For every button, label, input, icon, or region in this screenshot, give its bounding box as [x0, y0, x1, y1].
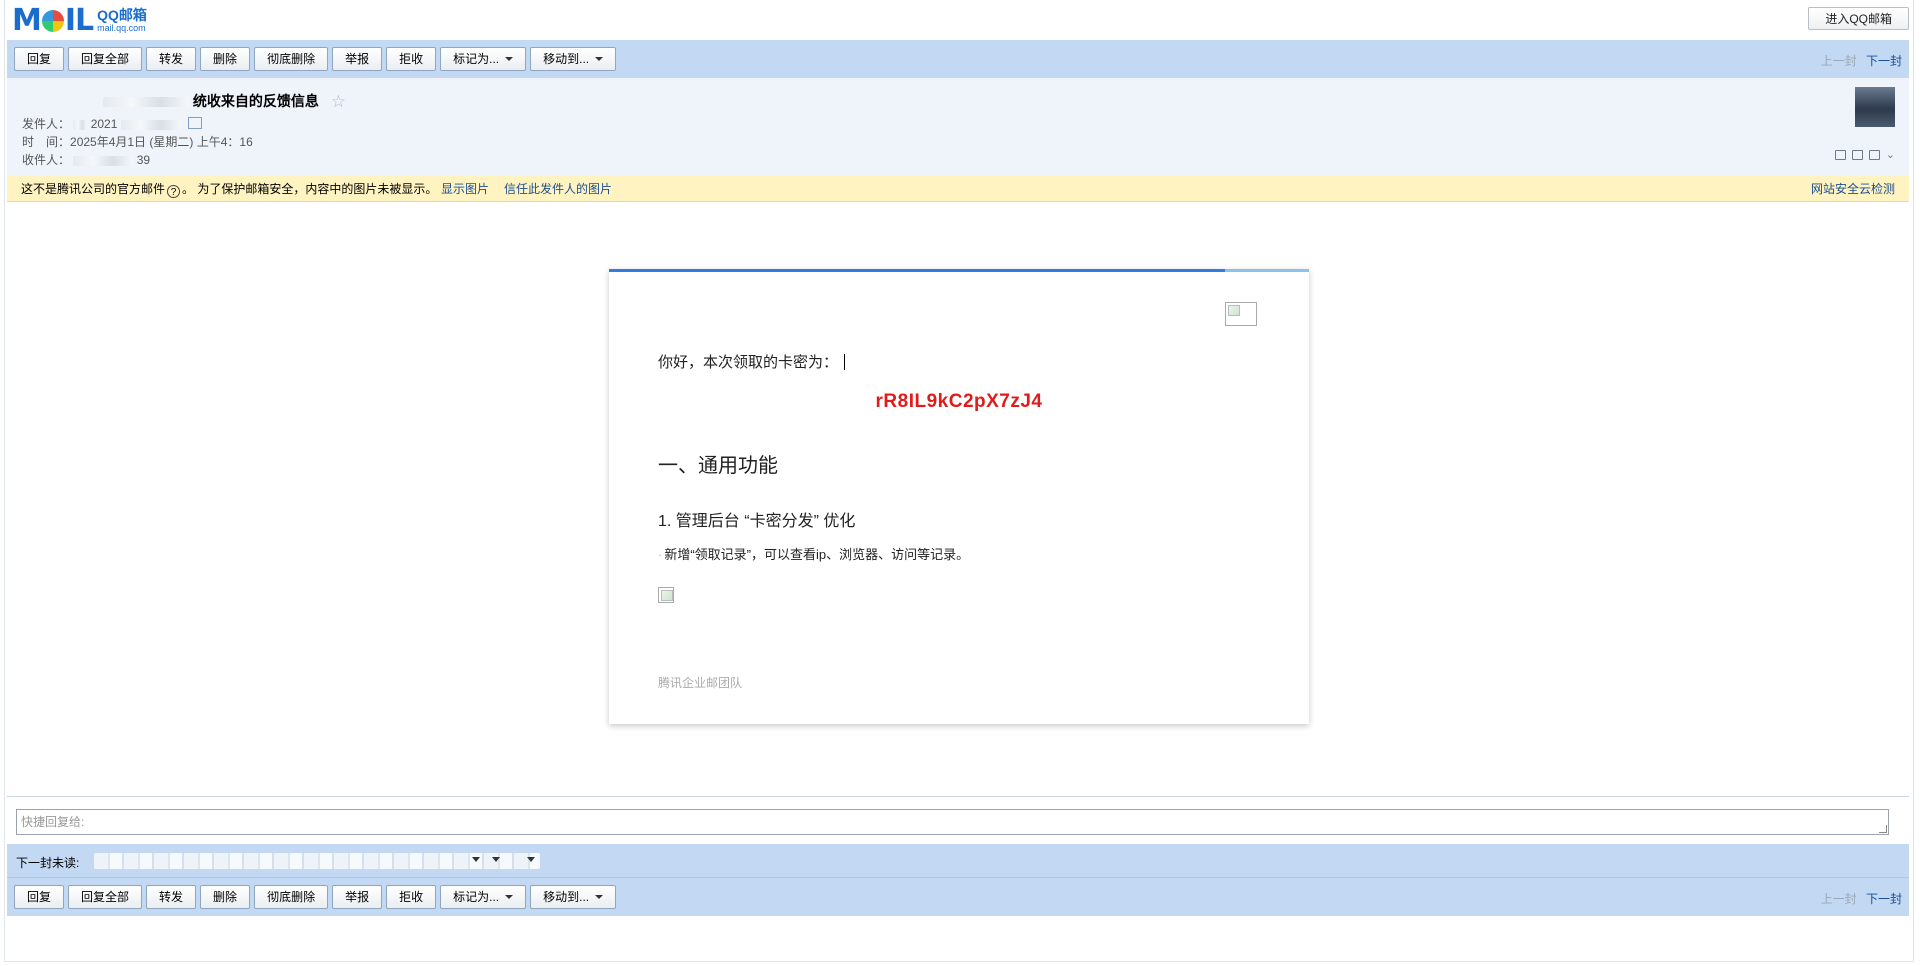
- top-toolbar: 回复 回复全部 转发 删除 彻底删除 举报 拒收 标记为... 移动到... 上…: [7, 40, 1909, 78]
- quick-reply-input[interactable]: 快捷回复给:: [16, 809, 1889, 835]
- time-label: 时 间：: [22, 135, 71, 149]
- mail-header: 统收来自的反馈信息 ☆ 发件人： 2021 时 间：2025年4月1日 (星期二…: [7, 78, 1909, 176]
- greeting-text: 你好，本次领取的卡密为：: [658, 354, 839, 371]
- feature-bullet: · 新增“领取记录”，可以查看ip、浏览器、访问等记录。: [658, 544, 969, 563]
- show-images-link[interactable]: 显示图片: [441, 176, 489, 202]
- mark-as-label: 标记为...: [453, 890, 500, 904]
- sender-row: 发件人： 2021: [22, 116, 203, 132]
- trust-sender-link[interactable]: 信任此发件人的图片: [504, 176, 612, 202]
- move-to-label: 移动到...: [543, 52, 590, 66]
- security-warning-bar: 这不是腾讯公司的官方邮件?。 为了保护邮箱安全，内容中的图片未被显示。 显示图片…: [7, 176, 1909, 202]
- mail-pager: 上一封 下一封: [1821, 890, 1902, 907]
- feature-bullet-text: 新增“领取记录”，可以查看ip、浏览器、访问等记录。: [664, 547, 970, 562]
- email-body-card: 你好，本次领取的卡密为： rR8IL9kC2pX7zJ4 一、通用功能 1. 管…: [609, 269, 1309, 724]
- next-unread-label: 下一封未读:: [16, 856, 80, 870]
- reply-all-button[interactable]: 回复全部: [68, 47, 143, 71]
- card-accent-bar-light: [1225, 269, 1309, 272]
- delete-button[interactable]: 删除: [200, 47, 251, 71]
- print-icon[interactable]: [1868, 150, 1880, 160]
- chevron-down-icon: [505, 57, 514, 61]
- move-to-label: 移动到...: [543, 890, 590, 904]
- move-to-dropdown[interactable]: 移动到...: [530, 47, 617, 71]
- new-window-icon[interactable]: [1851, 150, 1863, 160]
- bottom-toolbar: 回复 回复全部 转发 删除 彻底删除 举报 拒收 标记为... 移动到... 上…: [7, 878, 1909, 916]
- broken-image-icon: [1225, 302, 1257, 326]
- forward-button[interactable]: 转发: [146, 47, 197, 71]
- redacted-text: [120, 119, 181, 130]
- prev-mail-link[interactable]: 上一封: [1821, 54, 1857, 68]
- next-unread-bar: 下一封未读:: [7, 844, 1909, 878]
- qq-mail-logo[interactable]: M IL QQ邮箱 mail.qq.com: [12, 6, 147, 36]
- delete-permanently-button[interactable]: 彻底删除: [254, 885, 329, 909]
- chevron-down-icon[interactable]: [472, 857, 480, 862]
- note-icon[interactable]: [1834, 150, 1846, 160]
- logo-wordmark: M IL: [12, 3, 94, 38]
- recipient-value[interactable]: 39: [137, 153, 150, 167]
- delete-permanently-button[interactable]: 彻底删除: [254, 47, 329, 71]
- cloud-security-check-link[interactable]: 网站安全云检测: [1811, 176, 1895, 202]
- subject-text: 统收来自的反馈信息: [192, 93, 319, 109]
- warning-text: 这不是腾讯公司的官方邮件?。 为了保护邮箱安全，内容中的图片未被显示。: [21, 176, 437, 202]
- logo-name: QQ邮箱: [97, 7, 147, 23]
- text-cursor: [844, 354, 846, 370]
- chevron-down-icon[interactable]: [492, 857, 500, 862]
- card-accent-bar: [609, 269, 1225, 272]
- logo-subtext: QQ邮箱 mail.qq.com: [97, 8, 147, 34]
- email-signature: 腾讯企业邮团队: [658, 676, 743, 690]
- star-icon[interactable]: ☆: [331, 92, 346, 112]
- header-actions: ⌄: [1834, 150, 1895, 161]
- logo-domain: mail.qq.com: [97, 23, 146, 33]
- report-button[interactable]: 举报: [332, 885, 383, 909]
- help-icon[interactable]: ?: [167, 185, 181, 198]
- report-button[interactable]: 举报: [332, 47, 383, 71]
- recipient-label: 收件人：: [22, 153, 71, 167]
- mark-as-dropdown[interactable]: 标记为...: [440, 885, 527, 909]
- redacted-text: [73, 155, 134, 166]
- chevron-down-icon: [595, 895, 604, 899]
- next-unread-redacted[interactable]: [94, 853, 540, 869]
- expand-icon[interactable]: ⌄: [1886, 150, 1895, 161]
- greeting-line: 你好，本次领取的卡密为：: [658, 351, 846, 372]
- reject-button[interactable]: 拒收: [386, 885, 437, 909]
- mail-pager: 上一封 下一封: [1821, 52, 1902, 69]
- next-mail-link[interactable]: 下一封: [1866, 892, 1902, 906]
- sender-value[interactable]: 2021: [91, 117, 118, 131]
- chevron-down-icon: [505, 895, 514, 899]
- move-to-dropdown[interactable]: 移动到...: [530, 885, 617, 909]
- enter-qq-mail-button[interactable]: 进入QQ邮箱: [1808, 7, 1909, 30]
- chevron-down-icon: [595, 57, 604, 61]
- mail-subject: 统收来自的反馈信息 ☆: [103, 91, 346, 112]
- recipient-row: 收件人： 39: [22, 152, 150, 168]
- chevron-down-icon[interactable]: [527, 857, 535, 862]
- sender-avatar[interactable]: [1855, 87, 1895, 127]
- redacted-text: [73, 119, 88, 130]
- card-code: rR8IL9kC2pX7zJ4: [875, 391, 1043, 412]
- resize-grip-icon[interactable]: [1879, 825, 1887, 833]
- next-mail-link[interactable]: 下一封: [1866, 54, 1902, 68]
- forward-button[interactable]: 转发: [146, 885, 197, 909]
- subsection-heading: 1. 管理后台 “卡密分发” 优化: [658, 513, 856, 530]
- section-heading: 一、通用功能: [658, 455, 778, 477]
- reject-button[interactable]: 拒收: [386, 47, 437, 71]
- top-bar: M IL QQ邮箱 mail.qq.com 进入QQ邮箱: [0, 0, 1920, 40]
- mark-as-label: 标记为...: [453, 52, 500, 66]
- quick-reply-area: 快捷回复给:: [7, 796, 1909, 842]
- time-row: 时 间：2025年4月1日 (星期二) 上午4：16: [22, 134, 253, 150]
- reply-button[interactable]: 回复: [14, 885, 65, 909]
- add-contact-icon[interactable]: [188, 117, 203, 129]
- warning-detail-text: 。 为了保护邮箱安全，内容中的图片未被显示。: [182, 182, 438, 196]
- quick-reply-placeholder: 快捷回复给:: [21, 815, 85, 829]
- redacted-text: [103, 97, 189, 108]
- time-value: 2025年4月1日 (星期二) 上午4：16: [70, 135, 253, 149]
- reply-button[interactable]: 回复: [14, 47, 65, 71]
- sender-label: 发件人：: [22, 117, 71, 131]
- broken-image-icon: [658, 587, 674, 603]
- mark-as-dropdown[interactable]: 标记为...: [440, 47, 527, 71]
- bullet-dot: ·: [658, 547, 663, 562]
- prev-mail-link[interactable]: 上一封: [1821, 892, 1857, 906]
- warning-main-text: 这不是腾讯公司的官方邮件: [21, 182, 166, 196]
- reply-all-button[interactable]: 回复全部: [68, 885, 143, 909]
- delete-button[interactable]: 删除: [200, 885, 251, 909]
